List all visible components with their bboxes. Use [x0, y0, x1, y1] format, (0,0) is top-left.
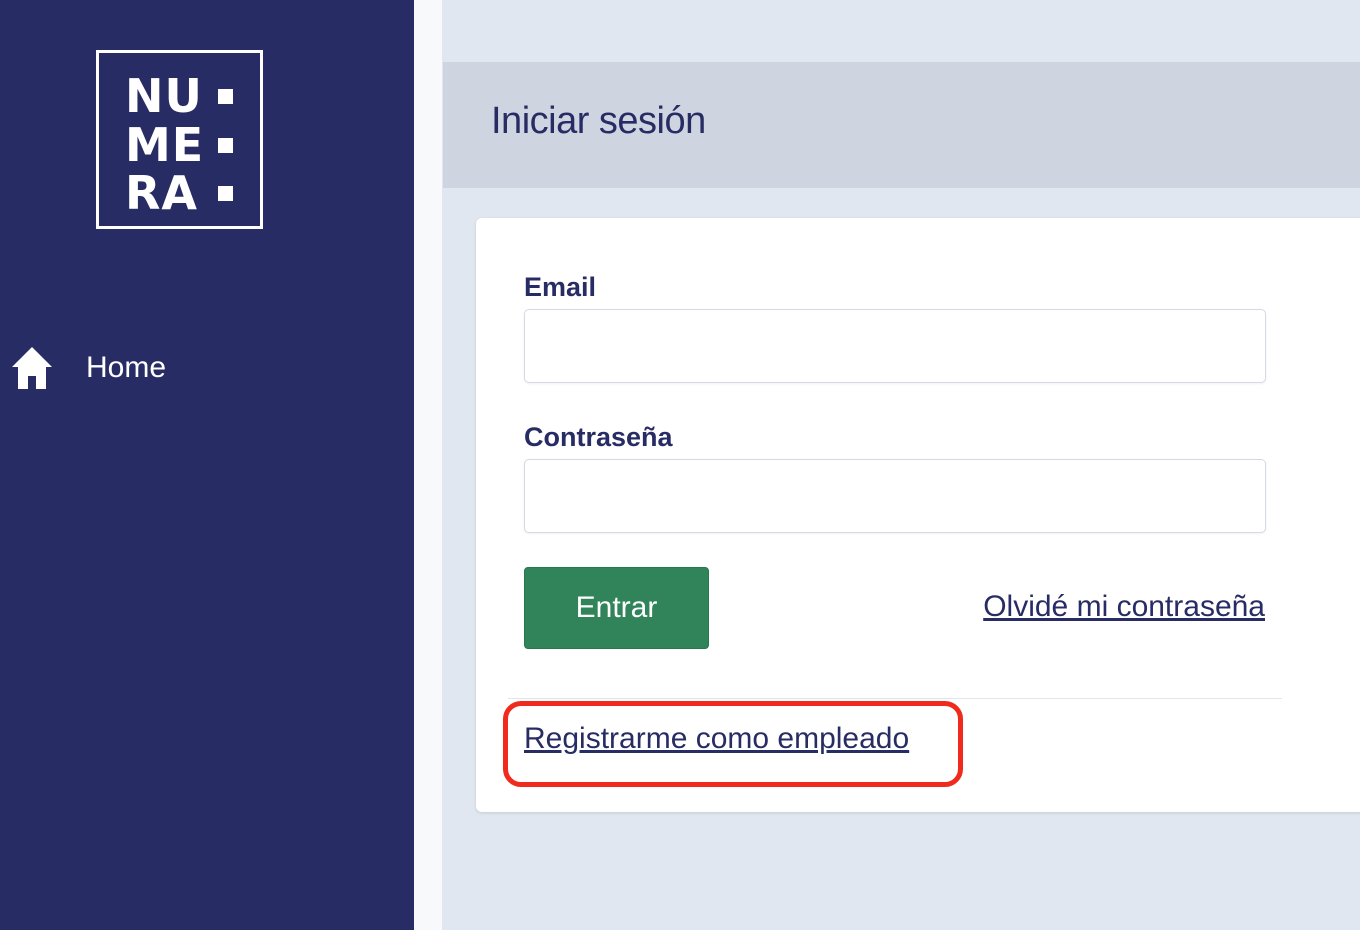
sidebar: NU ME RA Home	[0, 0, 414, 930]
divider	[508, 698, 1282, 699]
forgot-password-link[interactable]: Olvidé mi contraseña	[983, 590, 1265, 624]
page-title: Iniciar sesión	[491, 100, 706, 142]
email-label: Email	[524, 272, 597, 302]
logo-square-icon	[218, 137, 233, 153]
sidebar-item-home[interactable]: Home	[10, 340, 166, 396]
logo-line-2: ME	[125, 122, 233, 168]
logo-square-icon	[218, 185, 233, 201]
numera-logo[interactable]: NU ME RA	[96, 50, 263, 229]
password-label: Contraseña	[524, 422, 673, 452]
logo-text-3: RA	[125, 166, 199, 220]
logo-text-1: NU	[125, 69, 203, 123]
register-employee-link[interactable]: Registrarme como empleado	[524, 722, 909, 756]
login-button[interactable]: Entrar	[524, 567, 709, 649]
logo-text-2: ME	[125, 118, 205, 172]
logo-line-1: NU	[125, 73, 233, 119]
sidebar-gutter	[414, 0, 442, 930]
logo-square-icon	[218, 88, 233, 104]
logo-line-3: RA	[125, 170, 233, 216]
sidebar-item-label: Home	[86, 351, 167, 384]
login-card: Email Contraseña Entrar Olvidé mi contra…	[476, 218, 1360, 812]
page-header: Iniciar sesión	[443, 62, 1360, 188]
email-field[interactable]	[524, 309, 1266, 383]
password-field[interactable]	[524, 459, 1266, 533]
home-icon	[12, 347, 52, 389]
